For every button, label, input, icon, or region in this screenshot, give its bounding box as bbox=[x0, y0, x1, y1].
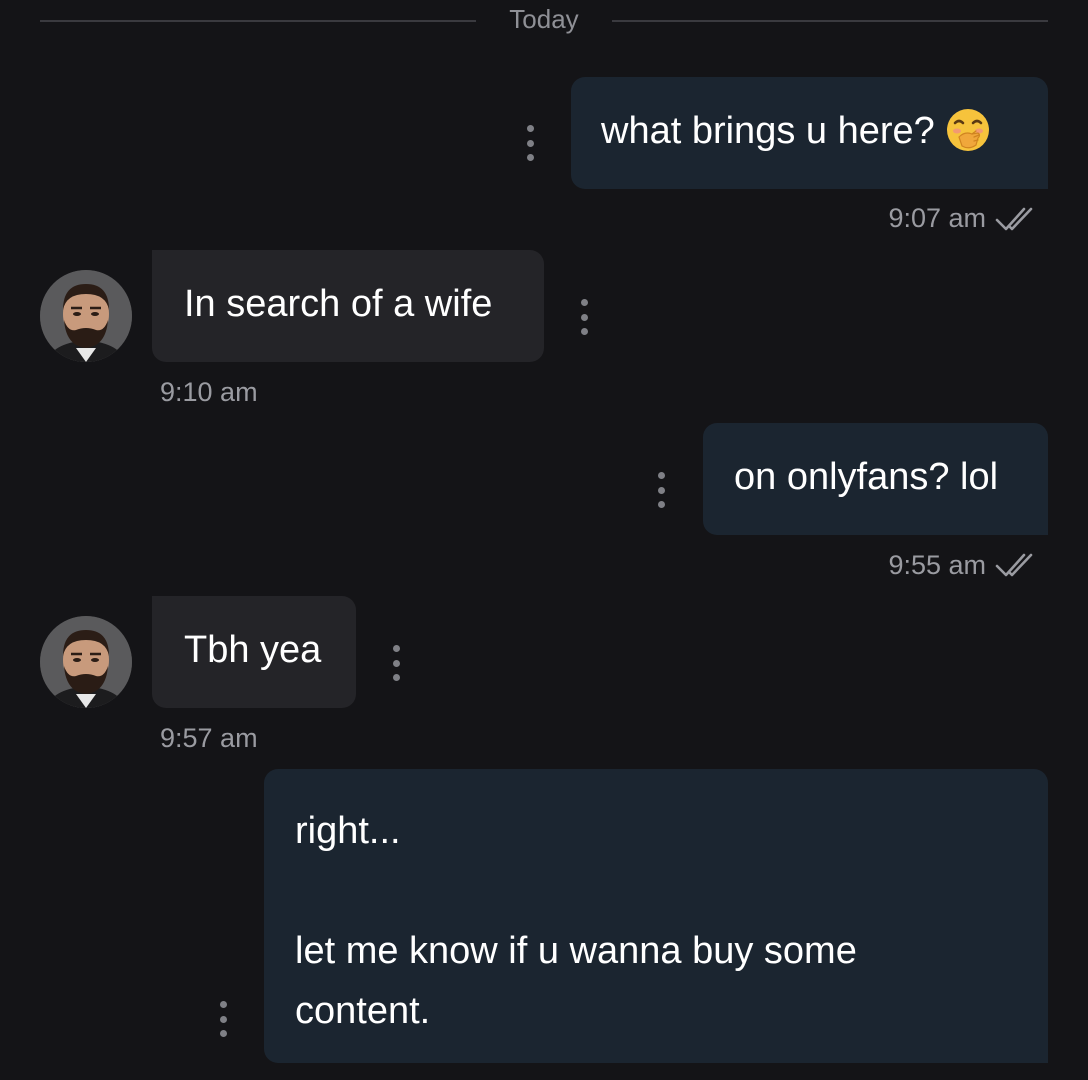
dot-icon bbox=[526, 139, 534, 147]
message-options-button[interactable] bbox=[386, 645, 406, 681]
avatar-image bbox=[40, 616, 132, 708]
message-text-line bbox=[295, 861, 1048, 921]
message-text-line: content. bbox=[295, 990, 431, 1032]
dot-icon bbox=[657, 486, 665, 494]
message-text-line: let me know if u wanna buy some bbox=[295, 930, 857, 972]
date-divider: Today bbox=[40, 0, 1048, 40]
message-options-button[interactable] bbox=[213, 1001, 233, 1037]
double-check-read-icon bbox=[995, 553, 1033, 577]
avatar-image bbox=[40, 270, 132, 362]
message-timestamp: 9:10 am bbox=[160, 377, 258, 407]
dot-icon bbox=[392, 645, 400, 652]
dot-icon bbox=[657, 472, 665, 479]
message-timestamp: 9:07 am bbox=[888, 203, 986, 233]
message-options-button[interactable] bbox=[651, 472, 671, 508]
hand-over-mouth-emoji bbox=[946, 108, 989, 151]
dot-icon bbox=[580, 313, 588, 321]
dot-icon bbox=[526, 154, 534, 161]
dot-icon bbox=[657, 501, 665, 508]
message-text: what brings u here? bbox=[601, 110, 935, 152]
message-options-button[interactable] bbox=[574, 299, 594, 335]
dot-icon bbox=[526, 125, 534, 132]
sender-avatar[interactable] bbox=[40, 270, 132, 362]
date-divider-label: Today bbox=[509, 4, 579, 34]
message-text: In search of a wife bbox=[184, 283, 493, 325]
dot-icon bbox=[392, 674, 400, 681]
message-text-line: right... bbox=[295, 810, 401, 852]
dot-icon bbox=[580, 328, 588, 335]
message-timestamp: 9:57 am bbox=[160, 723, 258, 753]
message-bubble-incoming[interactable]: In search of a wife bbox=[152, 250, 544, 362]
dot-icon bbox=[580, 299, 588, 306]
message-bubble-incoming[interactable]: Tbh yea bbox=[152, 596, 356, 708]
chat-thread: Today what brings u here? 9:07 am In sea… bbox=[0, 0, 1088, 1080]
message-bubble-outgoing[interactable]: on onlyfans? lol bbox=[703, 423, 1048, 535]
message-bubble-outgoing[interactable]: right... let me know if u wanna buy some… bbox=[264, 769, 1048, 1063]
dot-icon bbox=[219, 1001, 227, 1008]
dot-icon bbox=[219, 1015, 227, 1023]
message-text: on onlyfans? lol bbox=[734, 456, 999, 498]
dot-icon bbox=[219, 1030, 227, 1037]
message-bubble-outgoing[interactable]: what brings u here? bbox=[571, 77, 1048, 189]
dot-icon bbox=[392, 659, 400, 667]
divider-line-right bbox=[612, 20, 1048, 22]
divider-line-left bbox=[40, 20, 476, 22]
double-check-read-icon bbox=[995, 207, 1033, 231]
message-timestamp: 9:55 am bbox=[888, 550, 986, 580]
message-options-button[interactable] bbox=[520, 125, 540, 161]
message-text: Tbh yea bbox=[184, 629, 322, 671]
sender-avatar[interactable] bbox=[40, 616, 132, 708]
